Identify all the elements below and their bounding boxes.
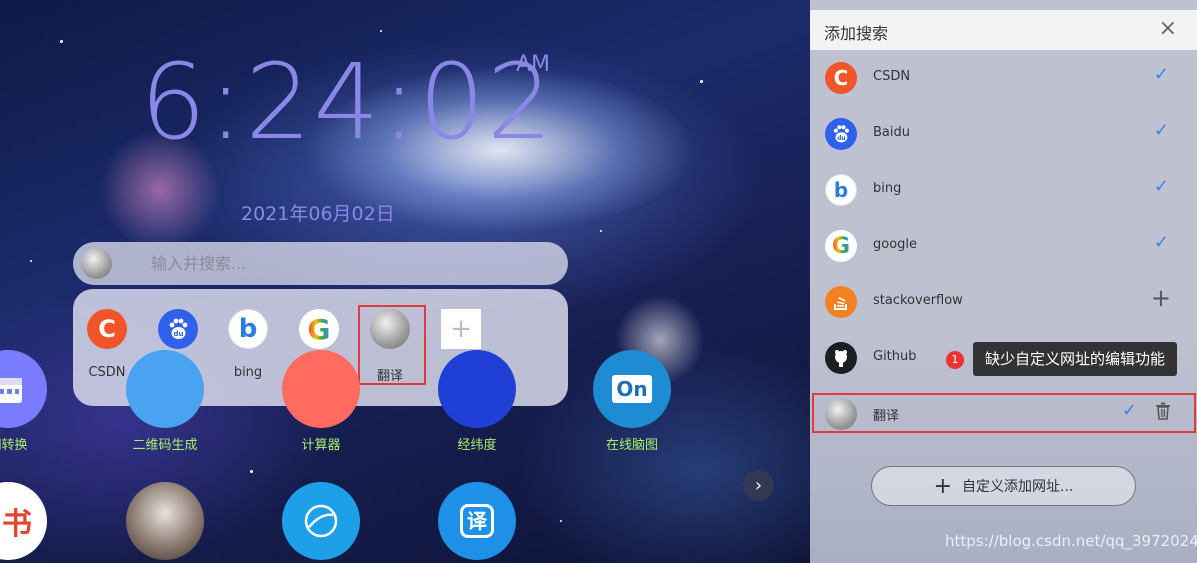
csdn-icon: C [87,309,127,349]
check-icon[interactable]: ✓ [1154,64,1169,85]
chevron-right-icon: › [754,475,763,496]
clock-ampm: AM [516,52,551,77]
star [560,520,562,522]
translate-icon: 译 [438,482,516,560]
engine-name: google [873,237,918,252]
translate-glyph: 译 [460,504,494,538]
custom-add-url-button[interactable]: + 自定义添加网址... [871,466,1136,506]
search-engine-row-stackoverflow[interactable]: stackoverflow + [810,274,1197,330]
app-label: 二维码生成 [132,438,198,453]
bing-glyph: b [238,314,258,344]
annotation-badge: 1 [946,351,964,369]
highlight-box [812,393,1196,433]
app-book[interactable]: 书 [0,482,48,560]
star [30,260,32,262]
wallpaper-background: 6:24:02 AM 2021年06月02日 C CSDN du Baidu b [0,0,810,563]
engine-name: stackoverflow [873,293,963,308]
custom-add-url-label: 自定义添加网址... [962,479,1074,495]
svg-text:du: du [837,136,845,142]
app-label: 期转换 [0,438,28,453]
calendar-icon [0,350,47,428]
calculator-icon [282,350,360,428]
engine-name: CSDN [873,69,911,84]
csdn-icon: C [825,62,857,94]
clock-date: 2021年06月02日 [241,203,395,225]
baidu-icon: du [825,118,857,150]
clock-time: 6:24:02 [140,41,555,163]
bing-icon: b [228,309,268,349]
bing-icon: b [825,174,857,206]
app-date-convert[interactable]: 期转换 [0,350,48,453]
stackoverflow-icon [825,286,857,318]
star [700,80,703,83]
engine-name: Github [873,349,917,364]
search-engine-row-baidu[interactable]: du Baidu ✓ [810,106,1197,162]
book-icon: 书 [0,482,47,560]
search-engine-row-bing[interactable]: b bing ✓ [810,162,1197,218]
add-icon: + [441,309,481,349]
add-engine-button[interactable]: + [1151,284,1171,312]
bing-glyph: b [833,178,849,202]
star [600,230,602,232]
qrcode-icon [126,350,204,428]
search-input[interactable] [151,242,551,285]
next-page-button[interactable]: › [743,470,774,501]
app-network[interactable] [281,482,361,560]
engine-label: bing [233,365,263,380]
check-icon[interactable]: ✓ [1154,176,1169,197]
onenote-glyph: On [612,375,652,403]
check-icon[interactable]: ✓ [1154,232,1169,253]
github-icon [825,342,857,374]
check-icon[interactable]: ✓ [1154,120,1169,141]
star [250,470,253,473]
plus-icon: + [933,473,953,499]
app-label: 经纬度 [457,438,497,453]
app-mindmap[interactable]: On 在线脑图 [592,350,672,453]
app-qrcode[interactable]: 二维码生成 [125,350,205,453]
panel-header: 添加搜索 × [810,10,1197,50]
app-calculator[interactable]: 计算器 [281,350,361,453]
watermark: https://blog.csdn.net/qq_39720249 [945,532,1197,550]
app-label: 计算器 [301,438,341,453]
google-icon: G [825,230,857,262]
onenote-icon: On [593,350,671,428]
app-label: 在线脑图 [605,438,658,453]
highlight-box [358,305,426,385]
engine-name: Baidu [873,125,910,140]
google-glyph: G [307,312,331,346]
engine-item-bing[interactable]: b bing [216,309,280,380]
svg-text:du: du [174,330,184,338]
google-icon: G [299,309,339,349]
current-engine-icon[interactable] [81,248,112,279]
book-glyph: 书 [2,507,32,542]
network-globe-icon [282,482,360,560]
panel-title: 添加搜索 [824,24,889,43]
app-latlng[interactable]: 经纬度 [437,350,517,453]
baidu-icon: du [158,309,198,349]
star [380,30,382,32]
anime-avatar-icon [126,482,204,560]
search-engine-row-google[interactable]: G google ✓ [810,218,1197,274]
app-translate[interactable]: 译 [437,482,517,560]
star [60,40,63,43]
globe-icon [438,350,516,428]
search-engine-row-csdn[interactable]: C CSDN ✓ [810,50,1197,106]
close-icon: × [1158,16,1177,41]
annotation-tooltip: 缺少自定义网址的编辑功能 [973,342,1178,376]
engine-name: bing [873,181,902,196]
app-anime[interactable] [125,482,205,560]
close-button[interactable]: × [1159,16,1177,41]
google-glyph: G [831,233,851,259]
plus-icon: + [1150,284,1171,312]
search-bar [73,242,568,285]
